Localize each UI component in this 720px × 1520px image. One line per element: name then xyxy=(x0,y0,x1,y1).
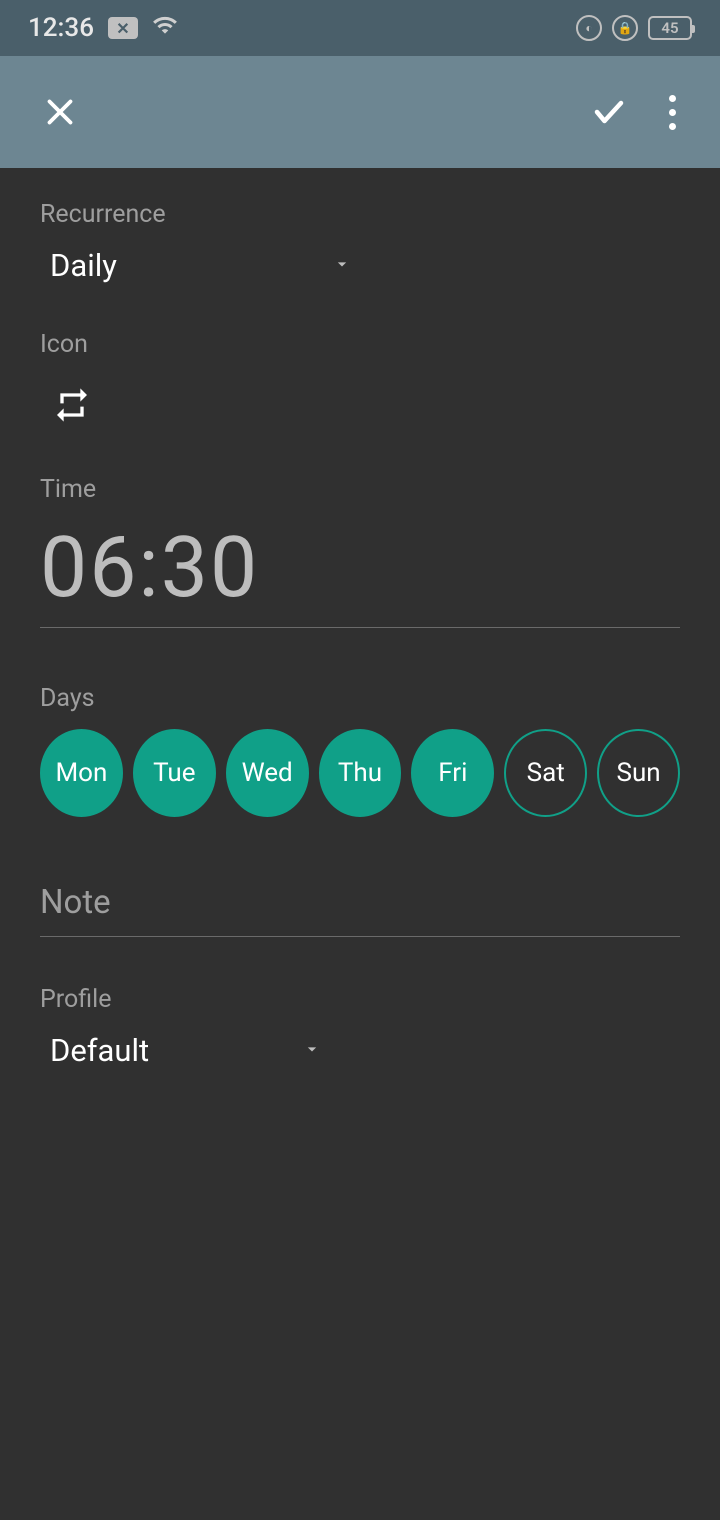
profile-value: Default xyxy=(50,1032,149,1069)
recurrence-value: Daily xyxy=(50,247,117,284)
profile-label: Profile xyxy=(40,985,680,1014)
icon-section: Icon xyxy=(40,330,680,433)
close-button[interactable] xyxy=(36,88,84,136)
day-chip-sat[interactable]: Sat xyxy=(504,729,587,817)
orientation-lock-icon: 🔒 xyxy=(612,15,638,41)
day-chip-thu[interactable]: Thu xyxy=(319,729,402,817)
recurrence-section: Recurrence Daily xyxy=(40,200,680,288)
note-placeholder: Note xyxy=(40,883,111,922)
icon-picker[interactable] xyxy=(44,377,100,433)
repeat-icon xyxy=(52,385,92,425)
status-indicator-icon: ◐ xyxy=(576,15,602,41)
status-clock: 12:36 xyxy=(28,13,94,43)
recurrence-label: Recurrence xyxy=(40,200,680,229)
day-chip-fri[interactable]: Fri xyxy=(411,729,494,817)
day-chip-sun[interactable]: Sun xyxy=(597,729,680,817)
more-options-button[interactable] xyxy=(661,87,684,138)
app-bar xyxy=(0,56,720,168)
status-bar: 12:36 ✕ ◐ 🔒 45 xyxy=(0,0,720,56)
battery-indicator: 45 xyxy=(648,16,692,40)
status-bar-right: ◐ 🔒 45 xyxy=(576,15,692,41)
status-bar-left: 12:36 ✕ xyxy=(28,12,178,45)
time-section: Time 06:30 xyxy=(40,475,680,628)
form-content: Recurrence Daily Icon Time 06:30 Days Mo… xyxy=(0,168,720,1147)
profile-section: Profile Default xyxy=(40,985,680,1073)
note-section: Note xyxy=(40,883,680,937)
days-label: Days xyxy=(40,684,680,713)
note-input[interactable]: Note xyxy=(40,883,680,937)
wifi-icon xyxy=(152,12,178,45)
recurrence-dropdown[interactable]: Daily xyxy=(40,243,360,288)
day-chip-tue[interactable]: Tue xyxy=(133,729,216,817)
icon-label: Icon xyxy=(40,330,680,359)
profile-dropdown[interactable]: Default xyxy=(40,1028,330,1073)
notification-x-icon: ✕ xyxy=(108,17,138,39)
day-chip-mon[interactable]: Mon xyxy=(40,729,123,817)
more-vert-icon xyxy=(669,95,676,102)
day-chip-wed[interactable]: Wed xyxy=(226,729,309,817)
chevron-down-icon xyxy=(332,254,352,278)
time-label: Time xyxy=(40,475,680,504)
checkmark-icon xyxy=(591,94,627,130)
close-icon xyxy=(42,94,78,130)
chevron-down-icon xyxy=(302,1039,322,1063)
days-section: Days MonTueWedThuFriSatSun xyxy=(40,684,680,817)
confirm-button[interactable] xyxy=(585,88,633,136)
time-picker[interactable]: 06:30 xyxy=(40,518,680,628)
time-value: 06:30 xyxy=(40,518,680,617)
days-row: MonTueWedThuFriSatSun xyxy=(40,729,680,817)
